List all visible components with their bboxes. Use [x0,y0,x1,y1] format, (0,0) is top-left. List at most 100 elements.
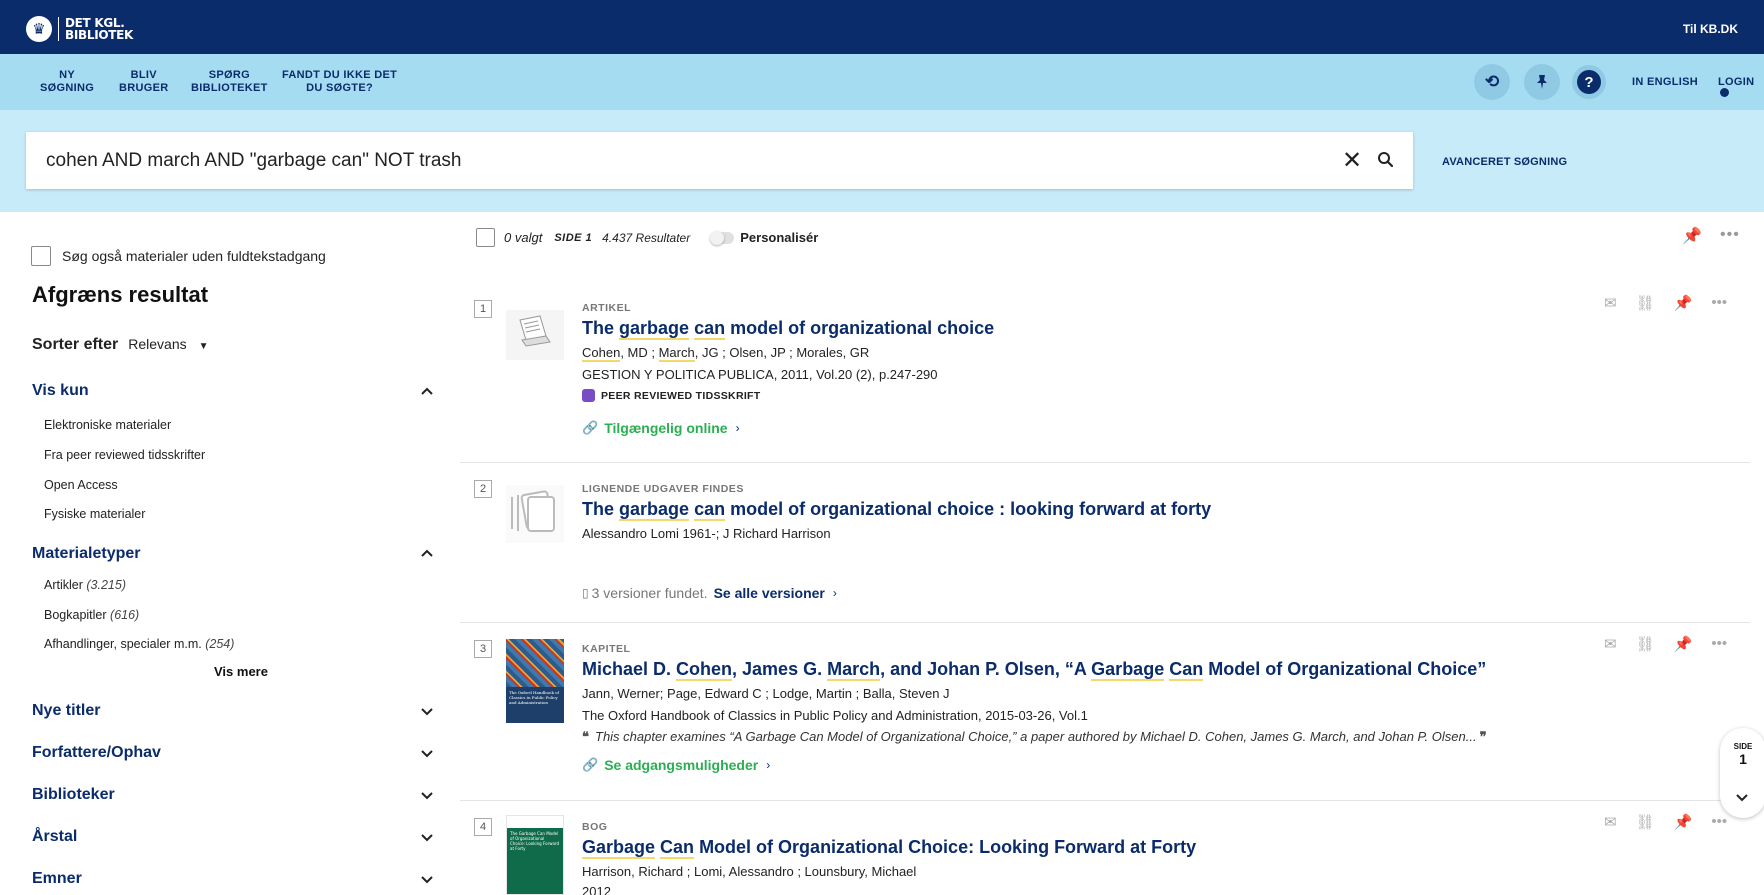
facet-nye-titler[interactable]: Nye titler [32,702,100,720]
book-cover-thumbnail[interactable]: The Oxford Handbook of Classics in Publi… [506,639,564,723]
access-label: Se adgangsmuligheder [604,757,759,773]
show-more-button[interactable]: Vis mere [214,664,268,679]
personalize-toggle[interactable] [710,230,735,245]
result-card: 1 ARTIKEL The garbage can model of organ… [460,282,1750,463]
more-icon[interactable]: ••• [1711,294,1727,312]
facet-option[interactable]: Afhandlinger, specialer m.m. (254) [44,637,234,651]
result-actions: ✉ ⛓ 📌 ••• [1604,635,1727,653]
chevron-down-icon[interactable] [420,830,434,844]
book-cover-thumbnail[interactable]: The Garbage Can Model of Organizational … [506,815,564,895]
facet-option[interactable]: Open Access [44,478,118,492]
result-title[interactable]: Michael D. Cohen, James G. March, and Jo… [582,659,1486,681]
result-number: 3 [474,640,492,658]
facet-materialetyper[interactable]: Materialetyper [32,545,141,563]
link-icon[interactable]: ⛓ [1636,813,1655,831]
facet-aarstal[interactable]: Årstal [32,828,77,846]
quote-open-icon: ❝ [582,729,589,744]
link-icon[interactable]: ⛓ [1636,635,1655,653]
help-icon[interactable]: ? [1572,65,1606,99]
article-icon[interactable] [506,310,564,360]
title-highlight: Cohen [676,659,733,681]
english-link[interactable]: IN ENGLISH [1632,76,1698,88]
more-icon[interactable]: ••• [1711,635,1727,653]
library-logo[interactable]: ♛ DET KGL. BIBLIOTEK [26,16,133,42]
caret-down-icon[interactable]: ▼ [199,341,209,352]
versions-icon[interactable] [506,485,564,543]
nav-new-search[interactable]: NY SØGNING [40,69,94,95]
result-actions: ✉ ⛓ 📌 ••• [1604,294,1727,312]
chevron-down-icon[interactable] [420,704,434,718]
search-box: ✕ [26,132,1413,189]
facet-biblioteker[interactable]: Biblioteker [32,786,115,804]
pin-icon[interactable]: 📌 [1682,226,1702,246]
available-online-link[interactable]: 🔗 Tilgængelig online › [582,420,740,436]
pin-icon[interactable]: 📌 [1674,635,1693,653]
access-options-link[interactable]: 🔗 Se adgangsmuligheder › [582,757,770,773]
more-icon[interactable]: ••• [1711,813,1727,831]
nav-ask-library[interactable]: SPØRG BIBLIOTEKET [191,69,268,95]
title-highlight: can [694,499,726,521]
more-icon[interactable]: ••• [1720,226,1740,244]
versions-row: ▯ 3 versioner fundet. Se alle versioner … [582,585,837,601]
nav-not-found[interactable]: FANDT DU IKKE DET DU SØGTE? [282,69,397,95]
sort-control[interactable]: Sorter efter Relevans ▼ [32,336,209,354]
title-highlight: Can [1169,659,1204,681]
cover-pattern [506,639,564,687]
cover-top [507,816,563,828]
facet-option[interactable]: Bogkapitler (616) [44,608,139,622]
pin-icon[interactable] [1524,64,1560,100]
facet-option[interactable]: Elektroniske materialer [44,418,171,432]
chevron-down-icon[interactable] [420,746,434,760]
result-title[interactable]: The garbage can model of organizational … [582,318,994,340]
email-icon[interactable]: ✉ [1604,813,1617,831]
result-authors: Alessandro Lomi 1961-; J Richard Harriso… [582,526,831,541]
title-part: , James G. [732,659,828,679]
main-nav: NY SØGNING BLIV BRUGER SPØRG BIBLIOTEKET… [0,54,1764,110]
chevron-down-icon[interactable] [420,872,434,886]
chevron-up-icon[interactable] [420,546,434,560]
search-icon[interactable] [1376,150,1396,170]
chevron-down-icon[interactable] [420,788,434,802]
pin-icon[interactable]: 📌 [1674,294,1693,312]
to-kb-link[interactable]: Til KB.DK [1683,22,1738,36]
facet-emner[interactable]: Emner [32,870,82,888]
result-type: LIGNENDE UDGAVER FINDES [582,483,744,495]
close-icon[interactable]: ✕ [1342,146,1362,175]
facet-option[interactable]: Fra peer reviewed tidsskrifter [44,448,205,462]
author-part: , JG ; Olsen, JP ; Morales, GR [694,345,870,360]
fulltext-checkbox[interactable] [31,246,51,266]
email-icon[interactable]: ✉ [1604,294,1617,312]
history-icon[interactable]: ⟲ [1474,64,1510,100]
facet-option-count: (616) [110,608,140,622]
search-input[interactable] [46,146,1326,176]
selected-count: 0 valgt [504,230,543,245]
advanced-search-link[interactable]: AVANCERET SØGNING [1442,156,1567,168]
login-link[interactable]: LOGIN [1718,76,1764,100]
nav-not-found-line1: FANDT DU IKKE DET [282,69,398,81]
nav-become-user[interactable]: BLIV BRUGER [119,69,168,95]
peer-reviewed-icon [582,389,595,402]
result-title[interactable]: The garbage can model of organizational … [582,499,1211,521]
top-bar: ♛ DET KGL. BIBLIOTEK Til KB.DK [0,0,1764,54]
sort-value[interactable]: Relevans [128,336,186,352]
result-snippet: ❝ This chapter examines “A Garbage Can Mo… [582,729,1487,745]
facet-option[interactable]: Artikler (3.215) [44,578,126,592]
page-indicator[interactable]: SIDE 1 [1720,728,1764,818]
facet-forfattere[interactable]: Forfattere/Ophav [32,744,161,762]
see-all-versions-link[interactable]: Se alle versioner [714,585,825,601]
fulltext-filter[interactable]: Søg også materialer uden fuldtekstadgang [31,246,326,266]
chevron-down-icon[interactable] [1735,790,1749,804]
facet-option[interactable]: Fysiske materialer [44,507,145,521]
facet-vis-kun[interactable]: Vis kun [32,382,89,400]
personalize-label: Personalisér [740,230,819,245]
title-part: The [582,318,620,338]
result-title[interactable]: Garbage Can Model of Organizational Choi… [582,837,1196,859]
facet-option-count: (3.215) [86,578,126,592]
chevron-up-icon[interactable] [420,384,434,398]
link-icon[interactable]: ⛓ [1636,294,1655,312]
pin-icon[interactable]: 📌 [1674,813,1693,831]
select-all-checkbox[interactable] [476,228,495,247]
email-icon[interactable]: ✉ [1604,635,1617,653]
result-authors: Harrison, Richard ; Lomi, Alessandro ; L… [582,864,917,879]
title-part: Michael D. [582,659,677,679]
